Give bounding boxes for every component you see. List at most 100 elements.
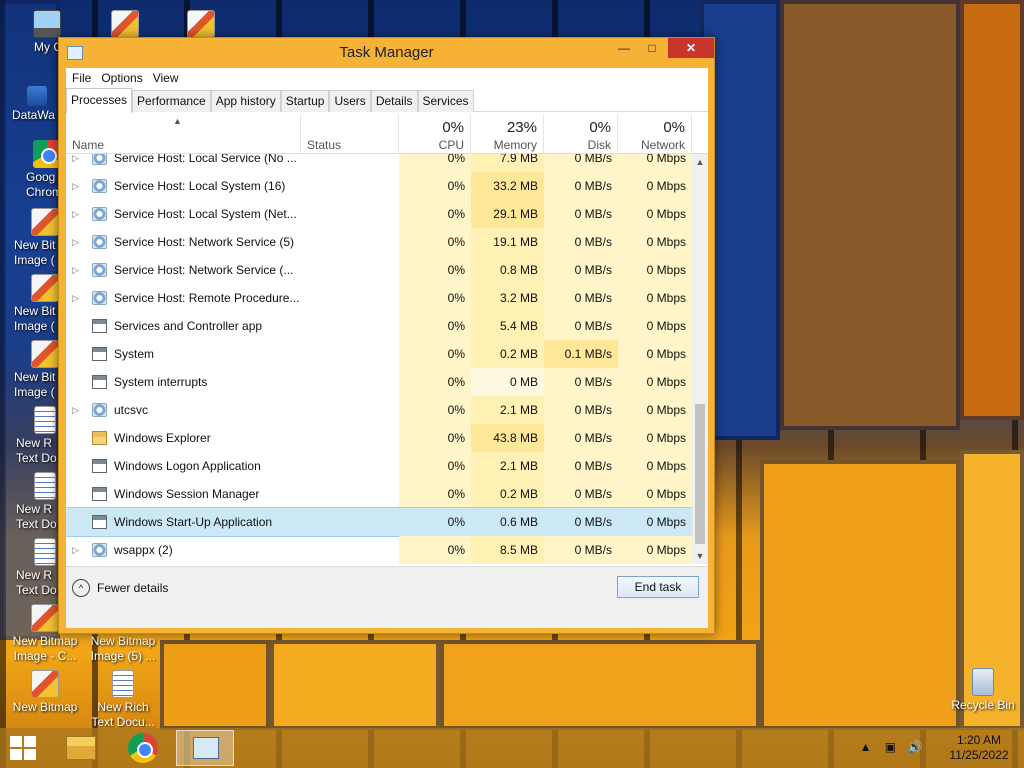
process-cpu: 0% [399, 452, 471, 480]
desktop-icon-bitmap-top[interactable] [90, 10, 160, 40]
task-manager-window[interactable]: Task Manager — □ ✕ File Options View Pro… [58, 37, 715, 634]
process-row[interactable]: Windows Start-Up Application 0% 0.6 MB 0 MB… [66, 507, 692, 537]
column-header-name[interactable]: ▲ Name [66, 114, 301, 154]
expand-arrow-icon[interactable]: ▷ [72, 536, 84, 564]
tab-users[interactable]: Users [329, 90, 371, 112]
show-hidden-icons-icon[interactable]: ▲ [860, 740, 872, 754]
expand-arrow-icon[interactable]: ▷ [72, 284, 84, 312]
column-header-status[interactable]: Status [301, 114, 399, 154]
app-icon [92, 487, 107, 501]
process-cpu: 0% [399, 172, 471, 200]
process-disk: 0 MB/s [544, 200, 618, 228]
column-header-network[interactable]: 0% Network [618, 114, 692, 154]
process-row[interactable]: ▷ Service Host: Local System (Net... 0% 29.… [66, 200, 692, 228]
tab-startup[interactable]: Startup [280, 90, 330, 112]
scroll-down-icon[interactable]: ▼ [692, 548, 708, 564]
minimize-button[interactable]: — [611, 38, 637, 58]
process-rows: ▷ Service Host: Local Service (No ... 0% 7.… [66, 154, 692, 564]
tab-app-history[interactable]: App history [210, 90, 281, 112]
network-icon[interactable]: ▣ [885, 740, 896, 754]
desktop-icon-bitmap[interactable]: New Bitmap Image - C... [10, 670, 80, 715]
windows-logo-icon [10, 736, 22, 747]
column-header-cpu[interactable]: 0% CPU [399, 114, 471, 154]
process-row[interactable]: Services and Controller app 0% 5.4 MB 0 MB/… [66, 312, 692, 340]
start-button[interactable] [10, 736, 38, 762]
clock[interactable]: 1:20 AM 11/25/2022 [944, 733, 1014, 763]
wallpaper-block [160, 640, 270, 730]
desktop-icon-label: New Bit Image ( [14, 238, 56, 267]
volume-icon[interactable]: 🔊 [907, 740, 922, 754]
title-bar[interactable]: Task Manager — □ ✕ [59, 38, 714, 68]
process-disk: 0 MB/s [544, 256, 618, 284]
close-button[interactable]: ✕ [668, 38, 714, 58]
process-name: Service Host: Local Service (No ... [114, 154, 297, 165]
end-task-button[interactable]: End task [617, 576, 699, 598]
process-cpu: 0% [399, 312, 471, 340]
process-row[interactable]: System 0% 0.2 MB 0.1 MB/s 0 Mbps [66, 340, 692, 368]
vertical-scrollbar[interactable]: ▲ ▼ [692, 154, 708, 564]
process-row[interactable]: Windows Session Manager 0% 0.2 MB 0 MB/s 0 M… [66, 480, 692, 508]
expand-arrow-icon[interactable]: ▷ [72, 154, 84, 172]
expand-arrow-icon[interactable]: ▷ [72, 256, 84, 284]
process-disk: 0.1 MB/s [544, 340, 618, 368]
process-row[interactable]: ▷ utcsvc 0% 2.1 MB 0 MB/s 0 Mbps [66, 396, 692, 424]
maximize-button[interactable]: □ [639, 38, 665, 58]
taskbar-task-manager[interactable] [176, 730, 234, 766]
taskbar-file-explorer[interactable] [52, 730, 110, 766]
process-name: utcsvc [114, 403, 149, 417]
process-row[interactable]: ▷ Service Host: Network Service (... 0% 0.8… [66, 256, 692, 284]
process-network: 0 Mbps [618, 396, 692, 424]
bitmap-icon [31, 670, 59, 698]
recycle-bin-icon [972, 668, 994, 696]
process-cpu: 0% [399, 154, 471, 172]
process-name: Windows Logon Application [114, 459, 261, 473]
row-spacer [72, 340, 84, 368]
process-network: 0 Mbps [618, 284, 692, 312]
folder-icon [92, 431, 107, 445]
column-header-disk[interactable]: 0% Disk [544, 114, 618, 154]
process-row[interactable]: ▷ Service Host: Remote Procedure... 0% 3.2 … [66, 284, 692, 312]
process-memory: 8.5 MB [471, 536, 544, 564]
process-network: 0 Mbps [618, 424, 692, 452]
process-row[interactable]: ▷ Service Host: Network Service (5) 0% 19.1… [66, 228, 692, 256]
scroll-thumb[interactable] [695, 404, 705, 544]
process-memory: 0.2 MB [471, 340, 544, 368]
menu-options[interactable]: Options [101, 68, 148, 88]
column-header-memory[interactable]: 23% Memory [471, 114, 544, 154]
menu-file[interactable]: File [72, 68, 97, 88]
process-row[interactable]: Windows Explorer 0% 43.8 MB 0 MB/s 0 Mbps [66, 424, 692, 452]
process-name: Service Host: Network Service (... [114, 263, 294, 277]
fewer-details-link[interactable]: ^ Fewer details [72, 579, 168, 597]
expand-arrow-icon[interactable]: ▷ [72, 172, 84, 200]
process-memory: 0.6 MB [471, 508, 544, 536]
process-row[interactable]: ▷ Service Host: Local Service (No ... 0% 7.… [66, 154, 692, 172]
expand-arrow-icon[interactable]: ▷ [72, 396, 84, 424]
wallpaper-block [780, 0, 960, 430]
gear-icon [92, 179, 107, 193]
process-network: 0 Mbps [618, 256, 692, 284]
desktop-icon-recycle-bin[interactable]: Recycle Bin [948, 668, 1018, 713]
process-name: Service Host: Local System (16) [114, 179, 286, 193]
tray-icons: ▲ ▣ 🔊 [856, 740, 926, 756]
tab-performance[interactable]: Performance [132, 90, 211, 112]
process-row[interactable]: System interrupts 0% 0 MB 0 MB/s 0 Mbps [66, 368, 692, 396]
process-row[interactable]: ▷ Service Host: Local System (16) 0% 33.2 M… [66, 172, 692, 200]
process-name: Service Host: Local System (Net... [114, 207, 297, 221]
tab-services[interactable]: Services [417, 90, 474, 112]
tab-processes[interactable]: Processes [66, 88, 133, 113]
tab-details[interactable]: Details [370, 90, 418, 112]
process-row[interactable]: ▷ wsappx (2) 0% 8.5 MB 0 MB/s 0 Mbps [66, 536, 692, 564]
taskbar-chrome[interactable] [114, 730, 172, 766]
expand-arrow-icon[interactable]: ▷ [72, 228, 84, 256]
expand-arrow-icon[interactable]: ▷ [72, 200, 84, 228]
scroll-up-icon[interactable]: ▲ [692, 154, 708, 170]
taskbar: ▲ ▣ 🔊 1:20 AM 11/25/2022 [0, 728, 1024, 768]
menu-view[interactable]: View [153, 68, 185, 88]
process-row[interactable]: Windows Logon Application 0% 2.1 MB 0 MB/s 0… [66, 452, 692, 480]
computer-icon [33, 10, 61, 38]
process-cpu: 0% [399, 424, 471, 452]
desktop-icon-bitmap-top[interactable] [166, 10, 236, 40]
process-network: 0 Mbps [618, 368, 692, 396]
system-tray: ▲ ▣ 🔊 1:20 AM 11/25/2022 [844, 728, 1014, 768]
desktop-icon-rtf[interactable]: New Rich Text Docu... [88, 670, 158, 730]
